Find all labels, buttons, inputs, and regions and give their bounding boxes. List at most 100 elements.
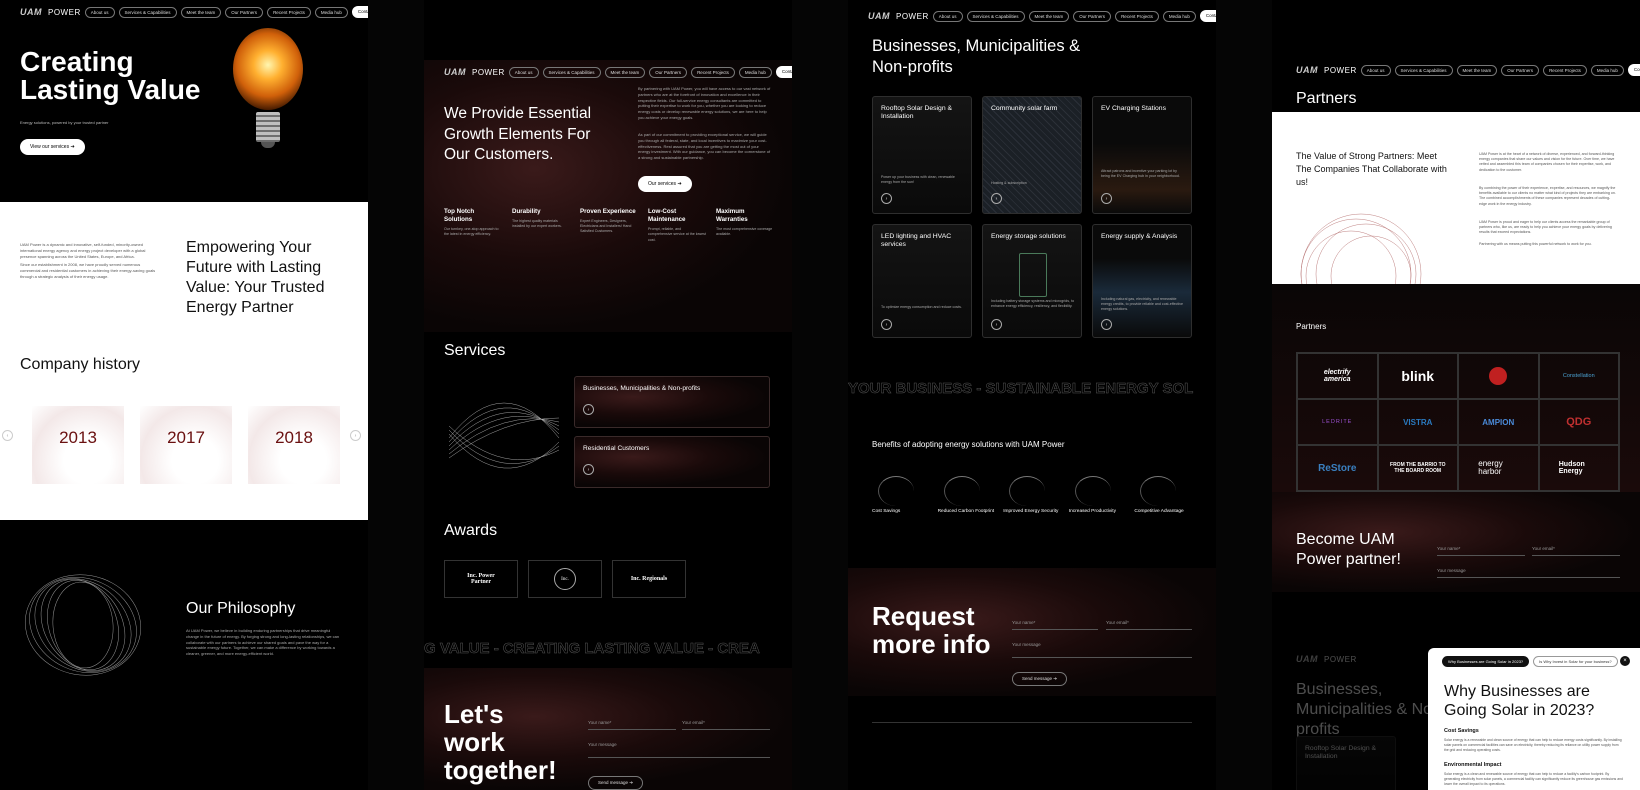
service-card-business[interactable]: Businesses, Municipalities & Non-profits… <box>574 376 770 428</box>
modal-paragraph: Solar energy is a clean and renewable so… <box>1444 772 1623 786</box>
nav-contact-button[interactable]: Contact us ➔ <box>1627 64 1640 76</box>
card-rooftop-solar[interactable]: Rooftop Solar Design & Installation Power… <box>872 96 972 214</box>
partner-logo-cell[interactable]: AMPION <box>1458 399 1539 445</box>
arrow-icon[interactable]: › <box>1101 319 1112 330</box>
nav-contact-button[interactable]: Contact us ➔ <box>775 66 792 78</box>
card-desc: Including battery storage systems and mi… <box>991 299 1075 309</box>
nav-team[interactable]: Meet the team <box>180 6 222 18</box>
arrow-icon[interactable]: › <box>991 193 1002 204</box>
nav-media[interactable]: Media hub <box>1590 64 1624 76</box>
nav-team[interactable]: Meet the team <box>604 66 646 78</box>
partner-logo-cell[interactable]: FROM THE BARRIO TO THE BOARD ROOM <box>1377 445 1458 491</box>
service-card-residential[interactable]: Residential Customers › <box>574 436 770 488</box>
message-field[interactable]: Your message <box>1012 642 1192 658</box>
card-community-solar[interactable]: Community solar farm Hosting & subscripti… <box>982 96 1082 214</box>
modal-tab-active[interactable]: Why Businesses are Going Solar in 2023? <box>1442 656 1530 667</box>
nav-projects[interactable]: Recent Projects <box>1115 10 1159 22</box>
history-card-2017[interactable]: 2017 <box>140 406 232 484</box>
modal-title: Why Businesses are Going Solar in 2023? <box>1444 683 1595 719</box>
nav-projects[interactable]: Recent Projects <box>691 66 735 78</box>
partner-logo: QDG <box>1566 416 1592 428</box>
nav-partners[interactable]: Our Partners <box>649 66 688 78</box>
partner-logo-cell[interactable]: electrify america <box>1297 353 1378 399</box>
nav-about[interactable]: About us <box>84 6 115 18</box>
card-led-hvac[interactable]: LED lighting and HVAC services To optimiz… <box>872 224 972 338</box>
logo[interactable]: UAM POWER <box>20 7 81 17</box>
feature-desc: Expert Engineers, Designers, Electrician… <box>580 219 632 234</box>
arrow-icon[interactable]: › <box>881 319 892 330</box>
feature-desc: The highest quality materials installed … <box>512 219 562 229</box>
arrow-icon[interactable]: › <box>583 464 594 475</box>
email-field[interactable]: Your email* <box>1106 620 1192 630</box>
nav-team[interactable]: Meet the team <box>1456 64 1498 76</box>
nav-media[interactable]: Media hub <box>314 6 348 18</box>
message-field[interactable]: Your message <box>588 742 770 758</box>
benefit-label: Competitive Advantage <box>1134 509 1184 514</box>
nav-contact-button[interactable]: Contact us ➔ <box>351 6 368 18</box>
arrow-icon[interactable]: › <box>991 319 1002 330</box>
nav-services[interactable]: Services & Capabilities <box>542 66 601 78</box>
top-nav: UAM POWER About us Services & Capabilitie… <box>1296 58 1640 82</box>
partner-logo-cell[interactable]: LEDRITE <box>1297 399 1378 445</box>
benefit-swirl <box>1140 476 1177 506</box>
nav-media[interactable]: Media hub <box>738 66 772 78</box>
logo[interactable]: UAM POWER <box>868 11 929 21</box>
view-services-button[interactable]: View our services ➔ <box>20 139 85 155</box>
modal-tab[interactable]: Is Why Invest in Solar for your business… <box>1533 656 1618 667</box>
card-energy-storage[interactable]: Energy storage solutions Including batter… <box>982 224 1082 338</box>
logo[interactable]: UAM POWER <box>444 67 505 77</box>
email-field[interactable]: Your email* <box>1532 546 1620 556</box>
name-field[interactable]: Your name* <box>1437 546 1525 556</box>
arrow-icon[interactable]: › <box>881 193 892 204</box>
become-partner-section: Become UAM Power partner! Your name* You… <box>1272 492 1640 592</box>
nav-media[interactable]: Media hub <box>1162 10 1196 22</box>
our-services-button[interactable]: Our services ➔ <box>638 176 692 192</box>
partner-logo-cell[interactable]: energy harbor <box>1458 445 1539 491</box>
partner-logo-cell[interactable]: QDG <box>1538 399 1619 445</box>
arrow-icon[interactable]: › <box>583 404 594 415</box>
hero-section: UAM POWER About us Services & Capabilitie… <box>0 0 368 202</box>
column-home: UAM POWER About us Services & Capabilitie… <box>0 0 368 790</box>
nav-services[interactable]: Services & Capabilities <box>966 10 1025 22</box>
partner-logo-cell[interactable]: blink <box>1377 353 1458 399</box>
nav-partners[interactable]: Our Partners <box>1501 64 1540 76</box>
send-message-button[interactable]: Send message ➔ <box>588 776 644 790</box>
message-field[interactable]: Your message <box>1437 568 1620 578</box>
card-energy-supply[interactable]: Energy supply & Analysis Including natura… <box>1092 224 1192 338</box>
partner-logo-cell[interactable]: Constellation <box>1538 353 1619 399</box>
nav-services[interactable]: Services & Capabilities <box>118 6 177 18</box>
history-card-2013[interactable]: 2013 <box>32 406 124 484</box>
nav-contact-button[interactable]: Contact us ➔ <box>1199 10 1216 22</box>
send-message-button[interactable]: Send message ➔ <box>1012 672 1068 686</box>
arrow-icon[interactable]: › <box>1101 193 1112 204</box>
nav-partners[interactable]: Our Partners <box>1073 10 1112 22</box>
nav-services[interactable]: Services & Capabilities <box>1394 64 1453 76</box>
history-card-2018[interactable]: 2018 <box>248 406 340 484</box>
partner-logo-cell[interactable] <box>1458 353 1539 399</box>
nav-team[interactable]: Meet the team <box>1028 10 1070 22</box>
close-icon[interactable]: × <box>1620 656 1630 666</box>
partner-logo-cell[interactable]: ReStore <box>1297 445 1378 491</box>
benefits-title: Benefits of adopting energy solutions wi… <box>872 440 1065 449</box>
name-field[interactable]: Your name* <box>588 720 676 730</box>
nav-about[interactable]: About us <box>1360 64 1391 76</box>
nav-projects[interactable]: Recent Projects <box>1543 64 1587 76</box>
empower-paragraph-2: Since our establishment in 2008, we have… <box>20 262 156 279</box>
partner-logo: Constellation <box>1562 373 1595 379</box>
partner-logo: AMPION <box>1482 417 1515 427</box>
history-next-arrow[interactable]: › <box>350 430 361 441</box>
name-field[interactable]: Your name* <box>1012 620 1098 630</box>
nav-about[interactable]: About us <box>508 66 539 78</box>
email-field[interactable]: Your email* <box>682 720 770 730</box>
nav-partners[interactable]: Our Partners <box>225 6 264 18</box>
history-prev-arrow[interactable]: ‹ <box>2 430 13 441</box>
history-year: 2018 <box>275 428 313 447</box>
partner-logo-cell[interactable]: VISTRA <box>1377 399 1458 445</box>
logo[interactable]: UAM POWER <box>1296 65 1357 75</box>
benefits-row: Cost Savings Reduced Carbon Footprint Im… <box>872 476 1192 514</box>
nav-about[interactable]: About us <box>932 10 963 22</box>
philosophy-section: Our Philosophy At UAM Power, we believe … <box>0 520 368 790</box>
card-ev-charging[interactable]: EV Charging Stations Attract patrons and … <box>1092 96 1192 214</box>
nav-projects[interactable]: Recent Projects <box>267 6 311 18</box>
partner-logo-cell[interactable]: Hudson Energy <box>1538 445 1619 491</box>
